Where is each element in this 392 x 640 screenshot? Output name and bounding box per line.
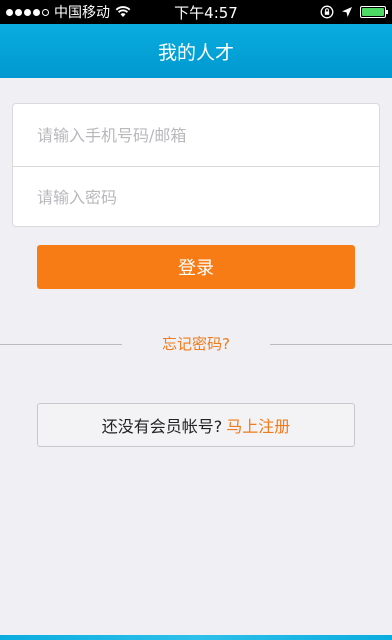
signal-strength-icon	[6, 8, 49, 16]
status-bar-right	[266, 5, 388, 19]
register-link[interactable]: 马上注册	[226, 413, 290, 437]
username-row	[13, 104, 379, 166]
register-box[interactable]: 还没有会员帐号? 马上注册	[37, 403, 355, 447]
location-arrow-icon	[342, 7, 352, 17]
divider-line-right	[270, 344, 392, 345]
forgot-password-row: 忘记密码?	[0, 333, 392, 355]
register-prompt: 还没有会员帐号?	[101, 417, 223, 436]
password-row	[13, 166, 379, 228]
battery-icon	[360, 6, 388, 18]
orientation-lock-icon	[320, 5, 334, 19]
password-input[interactable]	[37, 188, 357, 207]
status-bar-left: 中国移动	[6, 2, 146, 22]
status-bar: 中国移动 下午4:57	[0, 0, 392, 24]
bottom-edge-strip	[0, 635, 392, 640]
wifi-icon	[115, 6, 131, 17]
carrier-name: 中国移动	[54, 5, 110, 21]
divider-line-left	[0, 344, 122, 345]
battery-level	[362, 8, 384, 16]
login-button[interactable]: 登录	[37, 245, 355, 289]
page-title: 我的人才	[157, 41, 234, 64]
username-input[interactable]	[37, 125, 357, 145]
status-time: 下午4:57	[174, 3, 238, 22]
forgot-password-link[interactable]: 忘记密码?	[122, 333, 270, 355]
login-form	[12, 103, 380, 227]
navigation-bar: 我的人才	[0, 24, 392, 78]
